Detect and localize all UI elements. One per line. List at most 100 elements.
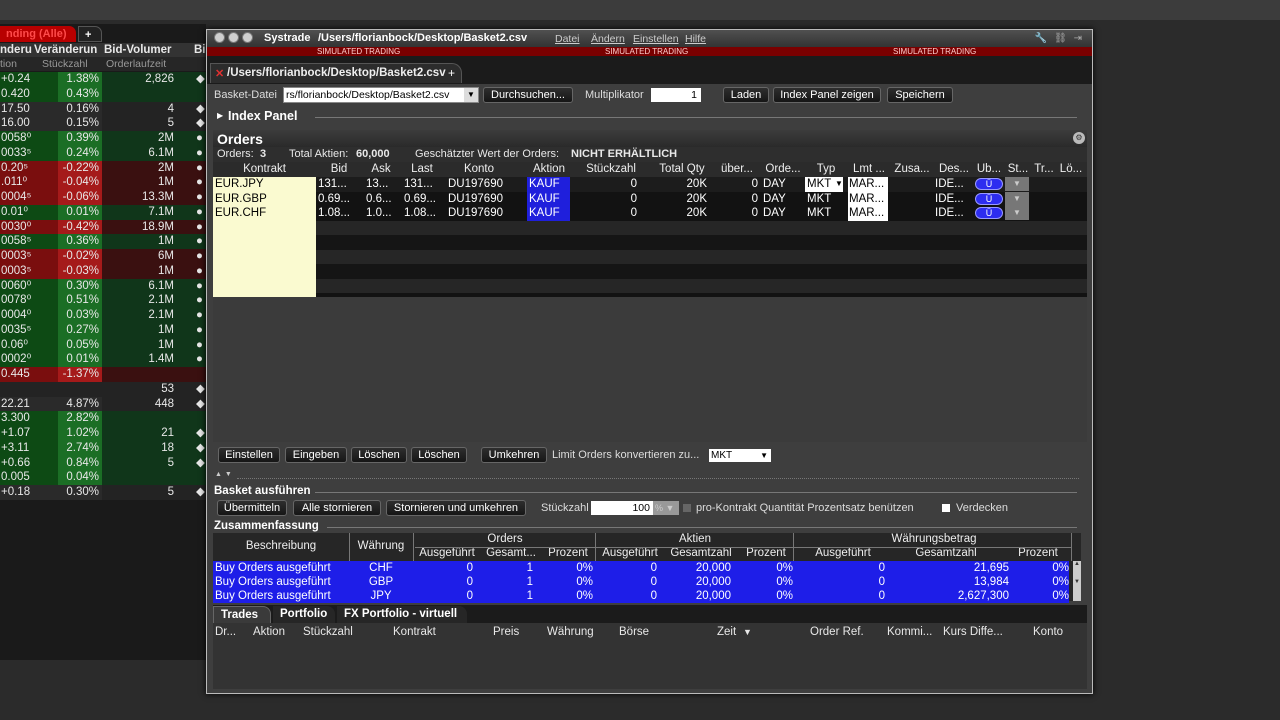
orders-col-header[interactable]: Bid (316, 163, 362, 175)
trades-col-header[interactable]: Zeit (717, 626, 736, 638)
orders-col-header[interactable]: Zusa... (890, 163, 934, 175)
enter-button[interactable]: Eingeben (285, 447, 347, 463)
watchlist-row[interactable]: 0058⁵0.36% 1M ● 1. (0, 234, 206, 249)
orders-col-header[interactable]: über... (716, 163, 758, 175)
close-tab-icon[interactable]: ✕ (215, 67, 224, 80)
summary-col-description[interactable]: Beschreibung (213, 540, 349, 552)
order-transmit-button[interactable]: Ü (975, 178, 1003, 190)
orders-col-header[interactable]: Üb... (974, 163, 1004, 175)
order-tif[interactable]: DAY (763, 192, 801, 207)
submit-button[interactable]: Übermitteln (217, 500, 287, 516)
watchlist-row[interactable]: 0060⁰0.30% 6.1M ● 2. (0, 278, 206, 294)
summary-subcol[interactable]: Ausgeführt (415, 547, 479, 559)
limit-convert-select[interactable]: MKT ▼ (709, 449, 771, 462)
add-tab-icon[interactable]: + (448, 66, 455, 80)
load-button[interactable]: Laden (723, 87, 769, 103)
orders-col-header[interactable]: Kontrakt (213, 163, 316, 175)
order-limit[interactable]: MAR... (848, 191, 888, 206)
browse-button[interactable]: Durchsuchen... (483, 87, 573, 103)
order-status-dropdown[interactable]: ▼ (1005, 177, 1029, 191)
watchlist-row[interactable]: +0.66 0.84% 5 ◆ (0, 455, 206, 471)
show-index-panel-button[interactable]: Index Panel zeigen (773, 87, 881, 103)
save-button[interactable]: Speichern (887, 87, 953, 103)
minimize-window-icon[interactable] (228, 32, 239, 43)
summary-subcol[interactable]: Gesamtzahl (663, 547, 739, 559)
summary-subcol[interactable]: Prozent (1003, 547, 1073, 559)
watchlist-row[interactable]: 53 ◆ (0, 381, 206, 397)
orders-col-header[interactable]: Ask (364, 163, 398, 175)
order-action[interactable]: KAUF (527, 206, 570, 221)
trades-col-header[interactable]: Dr... (215, 626, 236, 638)
watchlist-row[interactable]: 0078⁰0.51% 2.1M ● 1. (0, 293, 206, 308)
order-transmit-button[interactable]: Ü (975, 192, 1003, 205)
summary-subcol[interactable]: Gesamtzahl (891, 547, 1001, 559)
watchlist-row[interactable]: +0.18 0.30% 5 ◆ (0, 485, 206, 500)
cancel-and-reverse-button[interactable]: Stornieren und umkehren (386, 500, 526, 516)
watchlist-row[interactable]: 0002⁰0.01% 1.4M ● 1. (0, 352, 206, 367)
quantity-input[interactable]: 100 (591, 501, 653, 515)
trades-col-header[interactable]: Preis (493, 626, 519, 638)
order-action[interactable]: KAUF (527, 177, 570, 192)
summary-row[interactable]: Buy Orders ausgeführt GBP 0 1 0% 0 20,000 0% 0 13… (213, 575, 1069, 589)
adjust-button[interactable]: Einstellen (218, 447, 280, 463)
orders-col-header[interactable]: Stückzahl (575, 163, 647, 175)
watchlist-row[interactable]: +0.24 1.38% 2,826 ◆ (0, 72, 206, 87)
watchlist-row[interactable]: 0004⁰0.03% 2.1M ● 1. (0, 308, 206, 323)
panel-splitter[interactable]: ▲▼ (207, 471, 1092, 483)
trades-col-header[interactable]: Kurs Diffe... (943, 626, 1003, 638)
tab-portfolio[interactable]: Portfolio (273, 606, 335, 623)
watchlist-col-header[interactable]: Bi (194, 43, 206, 57)
watchlist-row[interactable]: +3.11 2.74% 18 ◆ (0, 440, 206, 456)
order-action[interactable]: KAUF (527, 191, 570, 206)
menu-aendern[interactable]: Ändern (591, 33, 625, 45)
order-tif[interactable]: DAY (763, 206, 801, 221)
trades-col-header[interactable]: Währung (547, 626, 594, 638)
orders-col-header[interactable]: Konto (446, 163, 512, 175)
order-destination[interactable]: IDE... (935, 192, 971, 207)
menu-datei[interactable]: Datei (555, 33, 580, 45)
orders-col-header[interactable]: Lmt ... (849, 163, 889, 175)
collapse-arrows-icon[interactable]: ▲▼ (215, 471, 235, 478)
order-transmit-button[interactable]: Ü (975, 207, 1003, 219)
order-row[interactable]: EUR.GBP 0.69... 0.6... 0.69... DU197690 KAUF 0… (213, 191, 1087, 207)
order-quantity[interactable]: 0 (575, 206, 637, 221)
watchlist-row[interactable]: 0.420 0.43% (0, 86, 206, 102)
order-type[interactable]: MKT (805, 192, 843, 207)
watchlist-row[interactable]: 0.005 0.04% (0, 470, 206, 485)
trades-col-header[interactable]: Aktion (253, 626, 285, 638)
orders-col-header[interactable]: Typ (807, 163, 845, 175)
chevron-down-icon[interactable]: ▼ (760, 449, 768, 462)
orders-col-header[interactable]: Tr... (1031, 163, 1057, 175)
orders-col-header[interactable]: Last (400, 163, 444, 175)
order-row[interactable]: EUR.JPY 131... 13... 131... DU197690 KAUF 0 20K… (213, 177, 1087, 192)
pro-contract-checkbox[interactable] (683, 504, 691, 512)
watchlist-row[interactable]: 3.300 2.82% (0, 411, 206, 426)
watchlist-add-tab[interactable]: + (78, 26, 102, 42)
trades-col-header[interactable]: Order Ref. (810, 626, 864, 638)
tab-fx-portfolio[interactable]: FX Portfolio - virtuell (337, 606, 467, 623)
watchlist-row[interactable]: 0033⁵0.24% 6.1M ● 1. (0, 145, 206, 161)
menu-hilfe[interactable]: Hilfe (685, 33, 706, 45)
document-tab[interactable]: ✕ /Users/florianbock/Desktop/Basket2.csv… (210, 63, 462, 83)
cancel-all-button[interactable]: Alle stornieren (293, 500, 381, 516)
delete-all-button[interactable]: Löschen (411, 447, 467, 463)
delete-button[interactable]: Löschen (351, 447, 407, 463)
trades-col-header[interactable]: Konto (1033, 626, 1063, 638)
watchlist-row[interactable]: 0035⁵0.27% 1M ● 1. (0, 322, 206, 338)
watchlist-row[interactable]: 0.01⁰0.01% 7.1M ● 1. (0, 204, 206, 220)
trades-col-header[interactable]: Stückzahl (303, 626, 353, 638)
order-destination[interactable]: IDE... (935, 177, 971, 192)
watchlist-row[interactable]: 0.445 -1.37% (0, 367, 206, 382)
order-limit[interactable]: MAR... (848, 206, 888, 221)
orders-col-header[interactable]: Orde... (761, 163, 805, 175)
chevron-down-icon[interactable]: ▼ (464, 88, 478, 102)
reverse-button[interactable]: Umkehren (481, 447, 547, 463)
order-quantity[interactable]: 0 (575, 177, 637, 192)
order-type[interactable]: MKT (805, 206, 843, 221)
close-window-icon[interactable] (214, 32, 225, 43)
expand-triangle-icon[interactable]: ▶ (217, 111, 223, 120)
watchlist-tab[interactable]: nding (Alle) (0, 26, 76, 42)
watchlist-row[interactable]: 0003⁵-0.03% 1M ● 1. (0, 263, 206, 279)
watchlist-row[interactable]: +1.07 1.02% 21 ◆ (0, 426, 206, 441)
watchlist-row[interactable]: 0.06⁰0.05% 1M ● 1. (0, 337, 206, 353)
